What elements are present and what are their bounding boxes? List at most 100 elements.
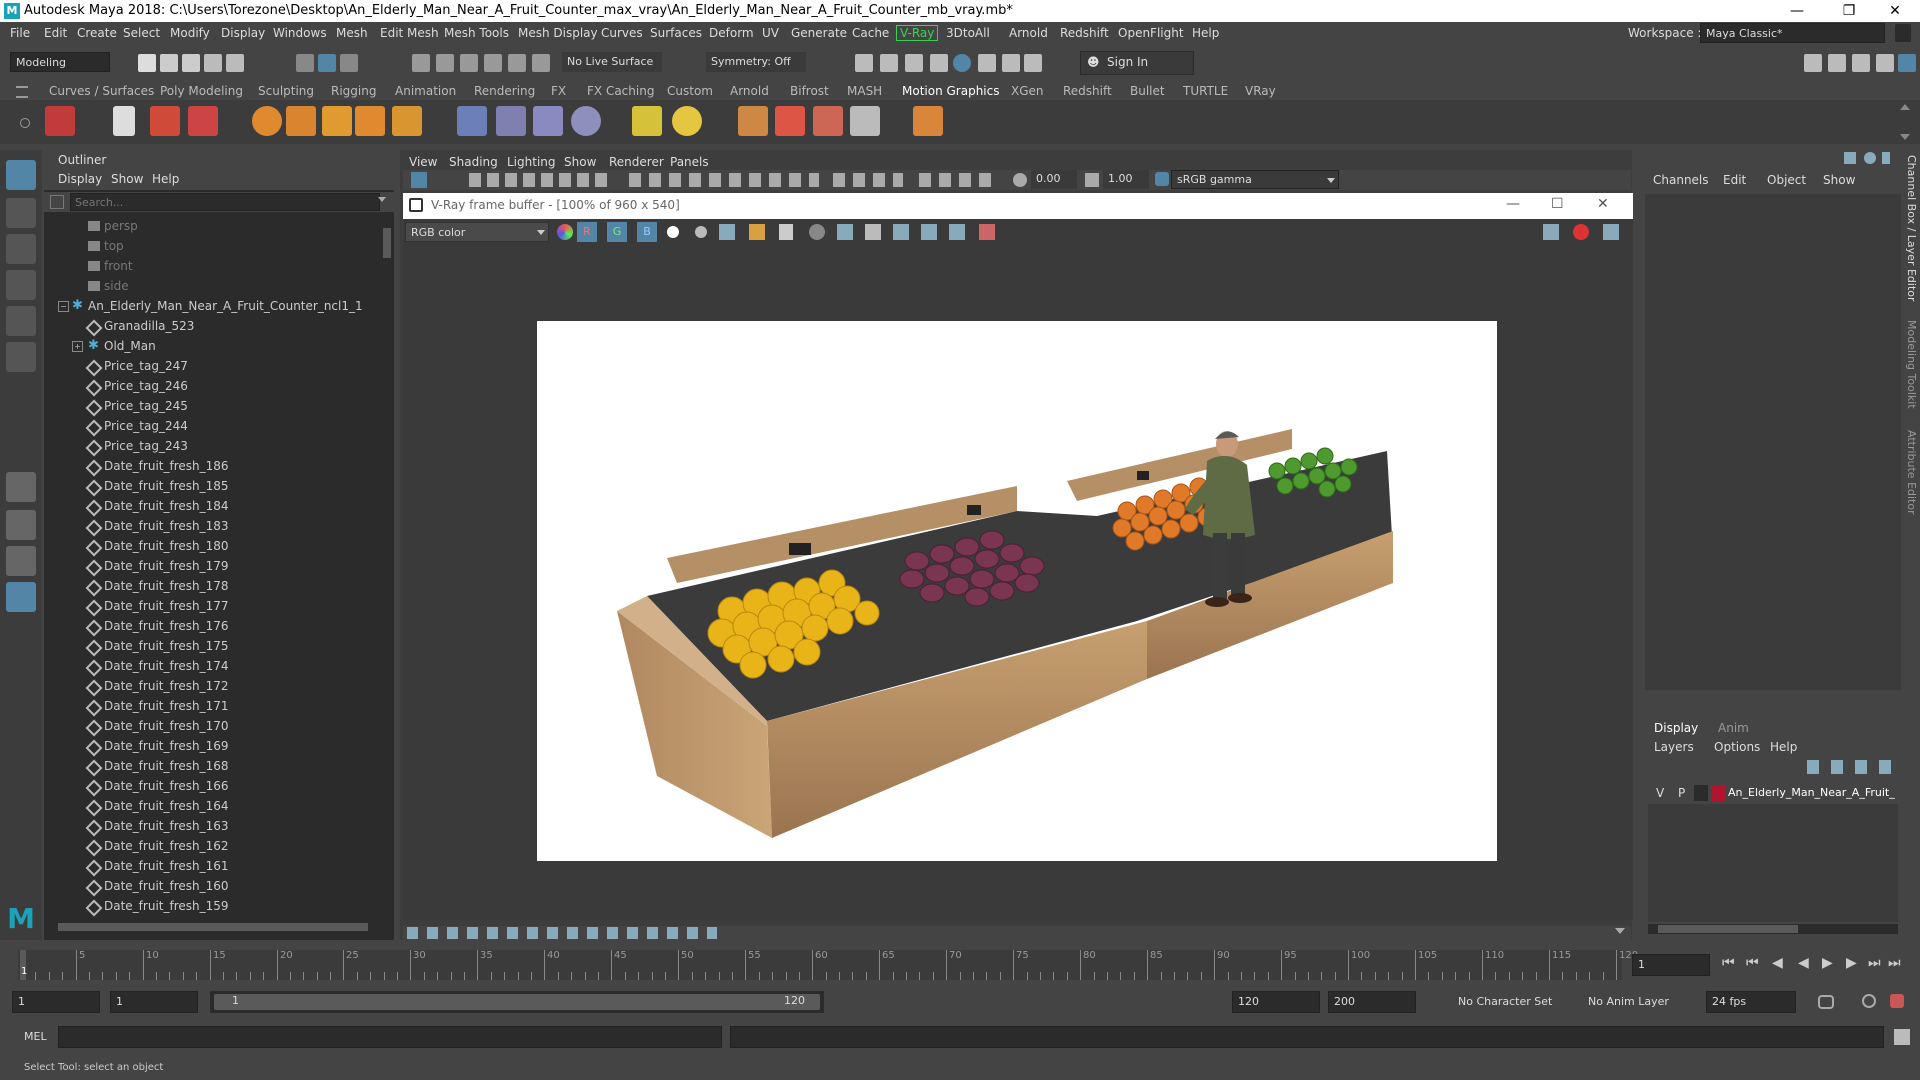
shelf-tab-redshift[interactable]: Redshift: [1063, 84, 1112, 98]
outliner-item[interactable]: Date_fruit_fresh_177: [44, 596, 374, 617]
region-render-icon[interactable]: [837, 224, 853, 240]
expand-icon[interactable]: +: [72, 341, 83, 352]
expand-icon[interactable]: [72, 421, 81, 430]
outliner-item[interactable]: Price_tag_247: [44, 356, 374, 377]
move-tool-icon[interactable]: [6, 270, 36, 300]
expand-icon[interactable]: [72, 701, 81, 710]
go-to-start-icon[interactable]: ⏮: [1722, 955, 1735, 971]
expand-icon[interactable]: [72, 561, 81, 570]
twist-tool-icon[interactable]: [533, 106, 563, 136]
rotate-tool-icon[interactable]: [6, 306, 36, 336]
menu-surfaces[interactable]: Surfaces: [650, 26, 702, 40]
menu-vray[interactable]: V-Ray: [896, 25, 939, 41]
outliner-item[interactable]: Date_fruit_fresh_163: [44, 816, 374, 837]
sign-in-button[interactable]: ☻ Sign In: [1080, 51, 1194, 75]
outliner-item[interactable]: Date_fruit_fresh_184: [44, 496, 374, 517]
panel-collapse-icon[interactable]: [1615, 928, 1625, 934]
play-forward-icon[interactable]: ▶: [1822, 955, 1833, 971]
outliner-item[interactable]: Granadilla_523: [44, 316, 374, 337]
save-scene-icon[interactable]: [182, 54, 200, 72]
camera-tools-icons[interactable]: [469, 173, 609, 187]
expand-icon[interactable]: [72, 841, 81, 850]
ipr-render-icon[interactable]: [905, 54, 923, 72]
vfb-channel-select[interactable]: RGB color: [405, 222, 549, 242]
menu-redshift[interactable]: Redshift: [1060, 26, 1109, 40]
expand-icon[interactable]: [72, 501, 81, 510]
expand-icon[interactable]: [72, 661, 81, 670]
green-channel-toggle[interactable]: G: [607, 222, 627, 242]
interactive-render-icon[interactable]: [1543, 224, 1559, 240]
text-icon[interactable]: [150, 106, 180, 136]
outliner-item[interactable]: Price_tag_243: [44, 436, 374, 457]
lasso-tool-icon[interactable]: [6, 198, 36, 228]
side-tab-modeling-toolkit[interactable]: Modeling Toolkit: [1902, 320, 1918, 409]
outliner-item[interactable]: Date_fruit_fresh_161: [44, 856, 374, 877]
expand-icon[interactable]: [72, 521, 81, 530]
render-last-icon[interactable]: [979, 224, 995, 240]
color-management-icon[interactable]: [1155, 172, 1169, 186]
undo-icon[interactable]: [204, 54, 222, 72]
snap-curve-icon[interactable]: [436, 54, 454, 72]
shelf-tab-animation[interactable]: Animation: [395, 84, 456, 98]
expand-icon[interactable]: [72, 541, 81, 550]
layer-menu-options[interactable]: Options: [1714, 740, 1760, 754]
outliner-item[interactable]: Date_fruit_fresh_164: [44, 796, 374, 817]
svg-icon[interactable]: [355, 106, 385, 136]
box-icon[interactable]: [392, 106, 422, 136]
hypershade-icon[interactable]: [953, 54, 971, 72]
open-scene-icon[interactable]: [160, 54, 178, 72]
single-perspective-view-icon[interactable]: [6, 472, 36, 502]
load-image-icon[interactable]: [749, 224, 765, 240]
channel-menu-show[interactable]: Show: [1823, 173, 1855, 187]
sphere-icon[interactable]: [252, 106, 282, 136]
field-icon[interactable]: [813, 106, 843, 136]
locator-icon[interactable]: [632, 106, 662, 136]
tool-settings-icon[interactable]: [1876, 54, 1894, 72]
expand-icon[interactable]: [72, 781, 81, 790]
outliner-item-front[interactable]: front: [44, 256, 374, 276]
type-tool-icon[interactable]: [322, 106, 352, 136]
mel-command-input[interactable]: [58, 1026, 722, 1048]
select-object-icon[interactable]: [318, 54, 336, 72]
shelf-tab-fx-caching[interactable]: FX Caching: [587, 84, 654, 98]
outliner-menu-help[interactable]: Help: [152, 172, 179, 186]
outliner-item-side[interactable]: side: [44, 276, 374, 296]
start-time-field[interactable]: 1: [12, 991, 100, 1013]
shelf-tab-turtle[interactable]: TURTLE: [1183, 84, 1228, 98]
symmetry-field[interactable]: Symmetry: Off: [706, 52, 806, 72]
menu-display[interactable]: Display: [221, 26, 265, 40]
preferences-icon[interactable]: [1890, 994, 1904, 1008]
snow-icon[interactable]: [850, 106, 880, 136]
menu-generate[interactable]: Generate: [791, 26, 847, 40]
vfb-maximize-button[interactable]: ☐: [1551, 196, 1564, 212]
expand-icon[interactable]: [72, 601, 81, 610]
stop-render-icon[interactable]: [1573, 224, 1589, 240]
loop-icon[interactable]: [1818, 995, 1834, 1009]
outliner-item[interactable]: Date_fruit_fresh_186: [44, 456, 374, 477]
shelf-tab-poly-modeling[interactable]: Poly Modeling: [160, 84, 243, 98]
shelf-tab-xgen[interactable]: XGen: [1011, 84, 1044, 98]
vfb-close-button[interactable]: ✕: [1597, 196, 1609, 212]
outliner-item[interactable]: Date_fruit_fresh_169: [44, 736, 374, 757]
snap-grid-icon[interactable]: [412, 54, 430, 72]
select-tool-icon[interactable]: [6, 160, 36, 190]
channel-box-help-icon[interactable]: [1864, 152, 1876, 164]
snap-surface-icon[interactable]: [508, 54, 526, 72]
auto-key-icon[interactable]: [1862, 994, 1876, 1008]
expand-icon[interactable]: [72, 801, 81, 810]
shelf-tab-mash[interactable]: MASH: [847, 84, 882, 98]
expand-icon[interactable]: [72, 381, 81, 390]
viewport-menu-renderer[interactable]: Renderer: [609, 155, 664, 169]
current-frame-field[interactable]: 1: [1632, 954, 1710, 976]
cross-tool-icon[interactable]: [913, 106, 943, 136]
expand-icon[interactable]: [72, 861, 81, 870]
shelf-tab-custom[interactable]: Custom: [667, 84, 713, 98]
viewport-menu-show[interactable]: Show: [564, 155, 596, 169]
two-view-icon[interactable]: [6, 546, 36, 576]
script-editor-icon[interactable]: [1894, 1029, 1910, 1045]
shelf-settings-icon[interactable]: [20, 118, 30, 128]
step-forward-key-icon[interactable]: ⏭: [1868, 955, 1881, 971]
clear-image-icon[interactable]: [779, 224, 793, 240]
outliner-item[interactable]: Date_fruit_fresh_168: [44, 756, 374, 777]
snap-pivot-icon[interactable]: [532, 54, 550, 72]
